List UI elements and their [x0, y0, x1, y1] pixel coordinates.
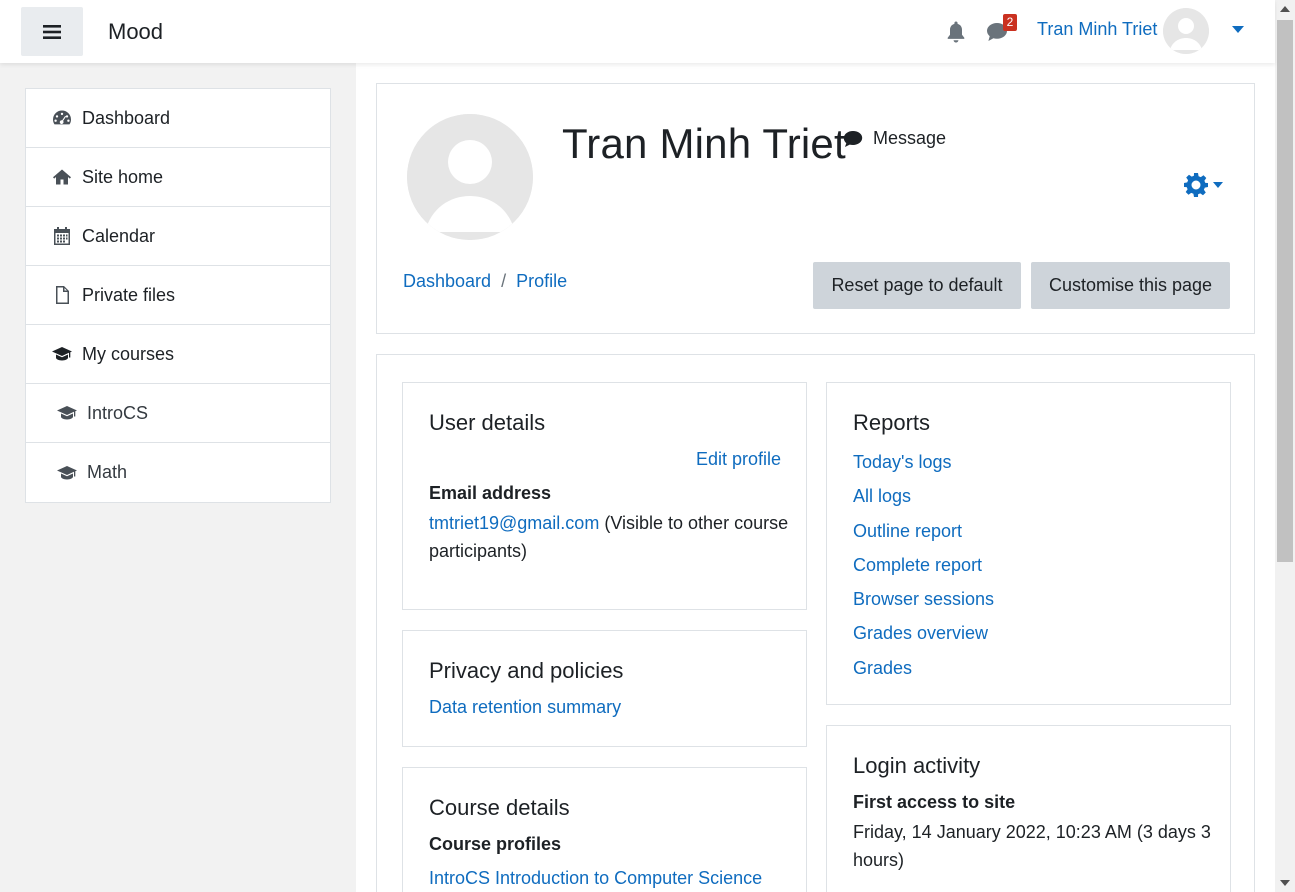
drawer-item-math[interactable]: Math	[26, 443, 330, 502]
block-title: Login activity	[853, 753, 981, 778]
email-value: tmtriet19@gmail.com (Visible to other co…	[429, 509, 789, 565]
drawer-item-site-home[interactable]: Site home	[26, 148, 330, 207]
report-all-logs-link[interactable]: All logs	[853, 486, 911, 506]
email-link[interactable]: tmtriet19@gmail.com	[429, 513, 599, 533]
message-button[interactable]: Message	[843, 128, 946, 149]
data-retention-link[interactable]: Data retention summary	[429, 697, 621, 718]
privacy-block: Privacy and policies Data retention summ…	[402, 630, 807, 747]
first-access-label: First access to site	[853, 792, 1016, 812]
course-link[interactable]: IntroCS Introduction to Computer Science	[429, 868, 762, 889]
drawer-nav-list: Dashboard Site home Calendar Private fil…	[25, 88, 331, 503]
graduation-cap-icon	[52, 344, 72, 364]
reset-page-button[interactable]: Reset page to default	[813, 262, 1021, 309]
list-item: Today's logs	[853, 445, 994, 479]
drawer-item-label: Calendar	[82, 225, 156, 246]
profile-content: User details Edit profile Email address …	[376, 354, 1255, 892]
page-header: Tran Minh Triet Message Dashboard / Prof…	[376, 83, 1255, 334]
drawer-item-dashboard[interactable]: Dashboard	[26, 89, 330, 148]
list-item: Complete report	[853, 548, 994, 582]
list-item: Outline report	[853, 514, 994, 548]
user-details-block: User details Edit profile Email address …	[402, 382, 807, 610]
bell-icon[interactable]	[946, 21, 966, 43]
gear-icon	[1184, 173, 1208, 197]
report-outline-link[interactable]: Outline report	[853, 521, 962, 541]
report-grades-overview-link[interactable]: Grades overview	[853, 623, 988, 643]
scroll-down-arrow-icon[interactable]	[1280, 880, 1290, 886]
home-icon	[52, 167, 72, 187]
edit-profile-link[interactable]: Edit profile	[696, 449, 781, 470]
drawer-item-label: IntroCS	[87, 402, 149, 423]
drawer-item-label: Math	[87, 462, 128, 482]
customise-page-button[interactable]: Customise this page	[1031, 262, 1230, 309]
reports-block: Reports Today's logs All logs Outline re…	[826, 382, 1231, 705]
course-profiles-label: Course profiles	[429, 834, 562, 854]
report-grades-link[interactable]: Grades	[853, 658, 912, 678]
message-count-badge: 2	[1003, 14, 1017, 31]
drawer-item-label: Dashboard	[82, 107, 171, 128]
list-item: All logs	[853, 479, 994, 513]
report-complete-link[interactable]: Complete report	[853, 555, 982, 575]
comment-icon	[843, 130, 863, 147]
page-title: Tran Minh Triet	[562, 120, 846, 167]
hamburger-icon	[43, 24, 61, 39]
block-title: User details	[429, 410, 546, 435]
file-icon	[52, 285, 72, 305]
block-title: Reports	[853, 410, 931, 435]
list-item: Browser sessions	[853, 582, 994, 616]
report-todays-logs-link[interactable]: Today's logs	[853, 452, 952, 472]
site-brand[interactable]: Mood	[108, 19, 163, 45]
dashboard-icon	[52, 108, 72, 128]
message-label: Message	[873, 128, 947, 148]
breadcrumb-dashboard[interactable]: Dashboard	[403, 271, 491, 292]
top-navbar: Mood 2 Tran Minh Triet	[0, 0, 1275, 63]
user-avatar[interactable]	[1163, 8, 1209, 54]
first-access-value: Friday, 14 January 2022, 10:23 AM (3 day…	[853, 822, 1211, 870]
profile-avatar	[407, 114, 533, 240]
list-item: Grades	[853, 651, 994, 685]
page-scrollbar[interactable]	[1275, 0, 1295, 892]
drawer-toggle-button[interactable]	[21, 7, 83, 56]
course-details-block: Course details Course profiles IntroCS I…	[402, 767, 807, 892]
drawer-item-label: My courses	[82, 343, 175, 364]
drawer-item-private-files[interactable]: Private files	[26, 266, 330, 325]
drawer-item-introcs[interactable]: IntroCS	[26, 384, 330, 443]
chevron-down-icon[interactable]	[1232, 26, 1244, 34]
list-item: Grades overview	[853, 616, 994, 650]
drawer-item-calendar[interactable]: Calendar	[26, 207, 330, 266]
calendar-icon	[52, 226, 72, 246]
reports-list: Today's logs All logs Outline report Com…	[853, 445, 994, 685]
scrollbar-thumb[interactable]	[1277, 20, 1293, 562]
breadcrumb: Dashboard / Profile	[403, 271, 567, 292]
graduation-cap-icon	[57, 403, 77, 423]
drawer-item-my-courses[interactable]: My courses	[26, 325, 330, 384]
main-region: Tran Minh Triet Message Dashboard / Prof…	[356, 63, 1275, 892]
drawer-item-label: Site home	[82, 166, 164, 187]
chevron-down-icon	[1213, 182, 1223, 188]
breadcrumb-separator: /	[501, 271, 507, 291]
scroll-up-arrow-icon[interactable]	[1280, 6, 1290, 12]
block-title: Privacy and policies	[429, 658, 624, 683]
login-activity-block: Login activity First access to site Frid…	[826, 725, 1231, 892]
breadcrumb-profile[interactable]: Profile	[516, 271, 567, 292]
nav-drawer: Dashboard Site home Calendar Private fil…	[0, 63, 356, 892]
block-title: Course details	[429, 795, 570, 820]
report-browser-sessions-link[interactable]: Browser sessions	[853, 589, 994, 609]
graduation-cap-icon	[57, 463, 77, 483]
user-menu-name[interactable]: Tran Minh Triet	[1037, 19, 1157, 40]
email-label: Email address	[429, 483, 552, 503]
drawer-item-label: Private files	[82, 284, 176, 305]
page-actions-menu[interactable]	[1183, 172, 1223, 198]
